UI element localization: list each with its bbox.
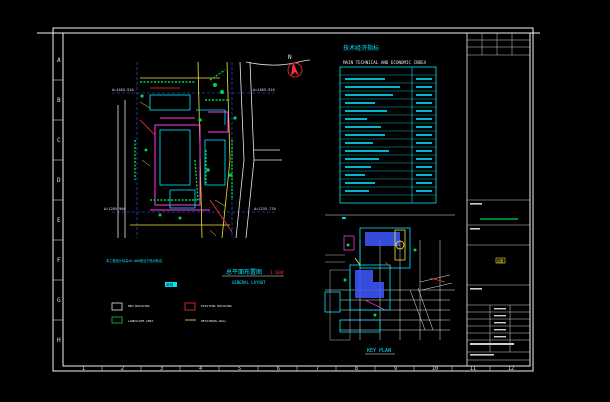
column-marker: 12: [508, 366, 514, 372]
row-marker: A: [57, 57, 61, 64]
plan-title: 总平面布置图: [226, 268, 262, 276]
legend-item: EXISTING BUILDING: [201, 304, 232, 308]
column-marker: 7: [316, 366, 319, 372]
index-title: 技术经济指标: [343, 44, 379, 52]
column-marker: 6: [277, 366, 280, 372]
column-marker: 4: [199, 366, 202, 372]
column-marker: 9: [394, 366, 397, 372]
column-marker: 10: [432, 366, 438, 372]
coordinate-label: A=1235.770: [254, 207, 276, 211]
index-title-en: MAIN TECHNICAL AND ECONOMIC INDEX: [343, 60, 427, 65]
key-plan-label: KEY PLAN: [367, 348, 391, 354]
legend-item: LANDSCAPE AREA: [128, 319, 153, 323]
row-marker: H: [57, 337, 61, 344]
row-marker: D: [57, 177, 61, 184]
svg-text:■■: ■■: [342, 216, 346, 220]
coordinate-label: A=1465.910: [112, 88, 134, 92]
row-marker: G: [57, 297, 61, 304]
coordinate-label: A=1465.910: [253, 88, 275, 92]
title-stamp: 出图: [497, 258, 503, 263]
plan-scale: 1:600: [270, 270, 284, 276]
legend-item: NEW BUILDING: [128, 304, 150, 308]
row-marker: E: [57, 217, 61, 224]
row-marker: B: [57, 97, 61, 104]
plan-title-en: GENERAL LAYOUT: [232, 280, 266, 285]
column-marker: 11: [470, 366, 476, 372]
column-marker: 1: [82, 366, 85, 372]
legend-item: RETAINING WALL: [201, 319, 226, 323]
column-marker: 3: [160, 366, 163, 372]
coordinate-label: A=1285.900: [104, 207, 126, 211]
legend-badge-text: 说明: [166, 282, 174, 287]
row-marker: C: [57, 137, 61, 144]
column-marker: 2: [121, 366, 124, 372]
cad-drawing-canvas: A B C D E F G H 1 2 3 4 5 6 7 8 9 10 11 …: [0, 0, 610, 402]
column-marker: 8: [355, 366, 358, 372]
row-marker: F: [57, 257, 61, 264]
column-marker: 5: [238, 366, 241, 372]
site-note: 本工程设计标高±0.000相当于绝对标高: [106, 258, 162, 263]
north-label: N: [288, 54, 292, 61]
